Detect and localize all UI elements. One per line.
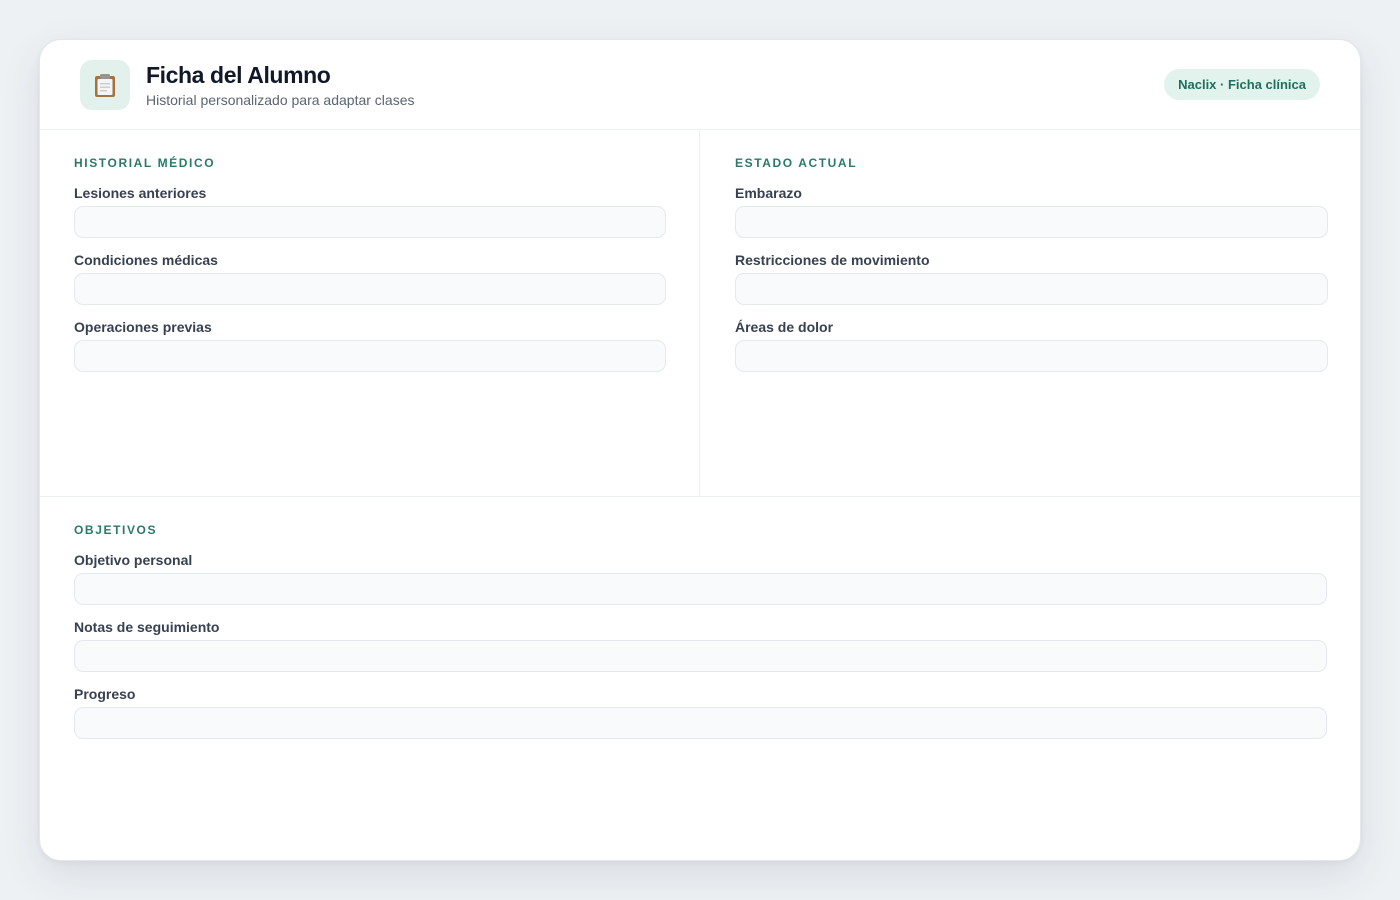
personal-goal-input[interactable]: [74, 573, 1327, 605]
field-label-movement-restrictions: Restricciones de movimiento: [735, 252, 930, 268]
field-label-medical-conditions: Condiciones médicas: [74, 252, 218, 268]
brand-badge: Naclix · Ficha clínica: [1164, 69, 1320, 100]
field-label-progress: Progreso: [74, 686, 136, 702]
field-label-pain-areas: Áreas de dolor: [735, 319, 834, 335]
section-title-status: Estado actual: [735, 156, 858, 170]
movement-restrictions-input[interactable]: [735, 273, 1328, 305]
pregnancy-input[interactable]: [735, 206, 1328, 238]
current-status-section: Estado actual Embarazo Restricciones de …: [701, 130, 1360, 496]
student-record-card: Ficha del Alumno Historial personalizado…: [39, 39, 1361, 861]
follow-up-notes-input[interactable]: [74, 640, 1327, 672]
goals-section: Objetivos Objetivo personal Notas de seg…: [40, 496, 1360, 860]
field-label-pregnancy: Embarazo: [735, 185, 802, 201]
medical-conditions-input[interactable]: [74, 273, 666, 305]
field-label-previous-surgeries: Operaciones previas: [74, 319, 212, 335]
section-title-goals: Objetivos: [74, 523, 158, 537]
field-label-previous-injuries: Lesiones anteriores: [74, 185, 207, 201]
previous-injuries-input[interactable]: [74, 206, 666, 238]
section-title-medical: Historial médico: [74, 156, 216, 170]
progress-input[interactable]: [74, 707, 1327, 739]
pain-areas-input[interactable]: [735, 340, 1328, 372]
previous-surgeries-input[interactable]: [74, 340, 666, 372]
field-label-follow-up-notes: Notas de seguimiento: [74, 619, 220, 635]
page-title: Ficha del Alumno: [146, 62, 331, 88]
card-header: Ficha del Alumno Historial personalizado…: [40, 40, 1360, 130]
page-subtitle: Historial personalizado para adaptar cla…: [146, 92, 415, 108]
clipboard-icon: [80, 60, 130, 110]
medical-history-section: Historial médico Lesiones anteriores Con…: [40, 130, 700, 496]
field-label-personal-goal: Objetivo personal: [74, 552, 193, 568]
